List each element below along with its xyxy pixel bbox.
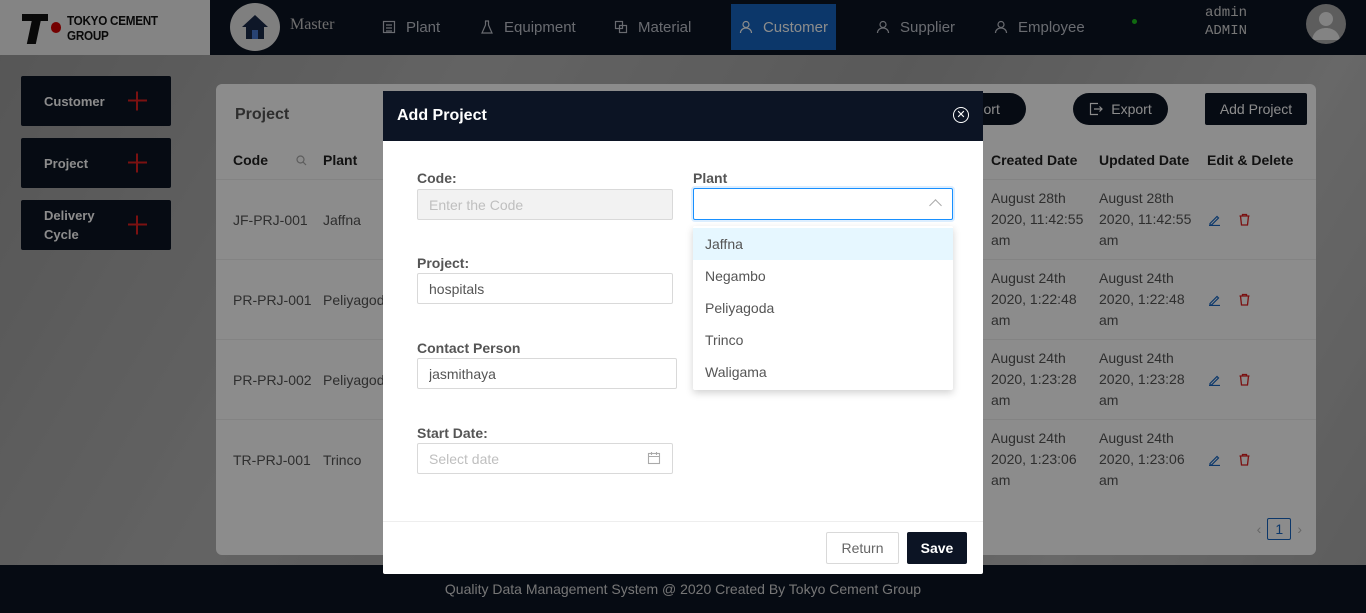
modal-footer: Return Save xyxy=(383,521,983,574)
contact-person-label: Contact Person xyxy=(417,340,521,356)
code-field[interactable] xyxy=(417,189,673,220)
plant-option-jaffna[interactable]: Jaffna xyxy=(693,228,953,260)
plant-option-waligama[interactable]: Waligama xyxy=(693,356,953,388)
plant-select[interactable] xyxy=(693,188,953,220)
code-label: Code: xyxy=(417,170,457,186)
start-date-picker[interactable] xyxy=(417,443,673,474)
project-label: Project: xyxy=(417,255,470,271)
calendar-icon xyxy=(647,452,661,465)
start-date-field[interactable] xyxy=(417,443,673,474)
chevron-up-icon xyxy=(929,199,942,212)
close-icon[interactable]: ✕ xyxy=(953,107,969,123)
plant-option-negambo[interactable]: Negambo xyxy=(693,260,953,292)
add-project-modal: Add Project ✕ Code: Plant Jaffna Negambo… xyxy=(383,91,983,574)
start-date-label: Start Date: xyxy=(417,425,488,441)
modal-title: Add Project xyxy=(397,107,487,124)
plant-option-peliyagoda[interactable]: Peliyagoda xyxy=(693,292,953,324)
project-field[interactable] xyxy=(417,273,673,304)
save-button[interactable]: Save xyxy=(907,532,967,564)
plant-option-trinco[interactable]: Trinco xyxy=(693,324,953,356)
contact-person-field[interactable] xyxy=(417,358,677,389)
plant-dropdown: Jaffna Negambo Peliyagoda Trinco Waligam… xyxy=(693,226,953,390)
plant-label: Plant xyxy=(693,170,728,186)
return-button[interactable]: Return xyxy=(826,532,899,564)
modal-header: Add Project xyxy=(383,91,983,141)
